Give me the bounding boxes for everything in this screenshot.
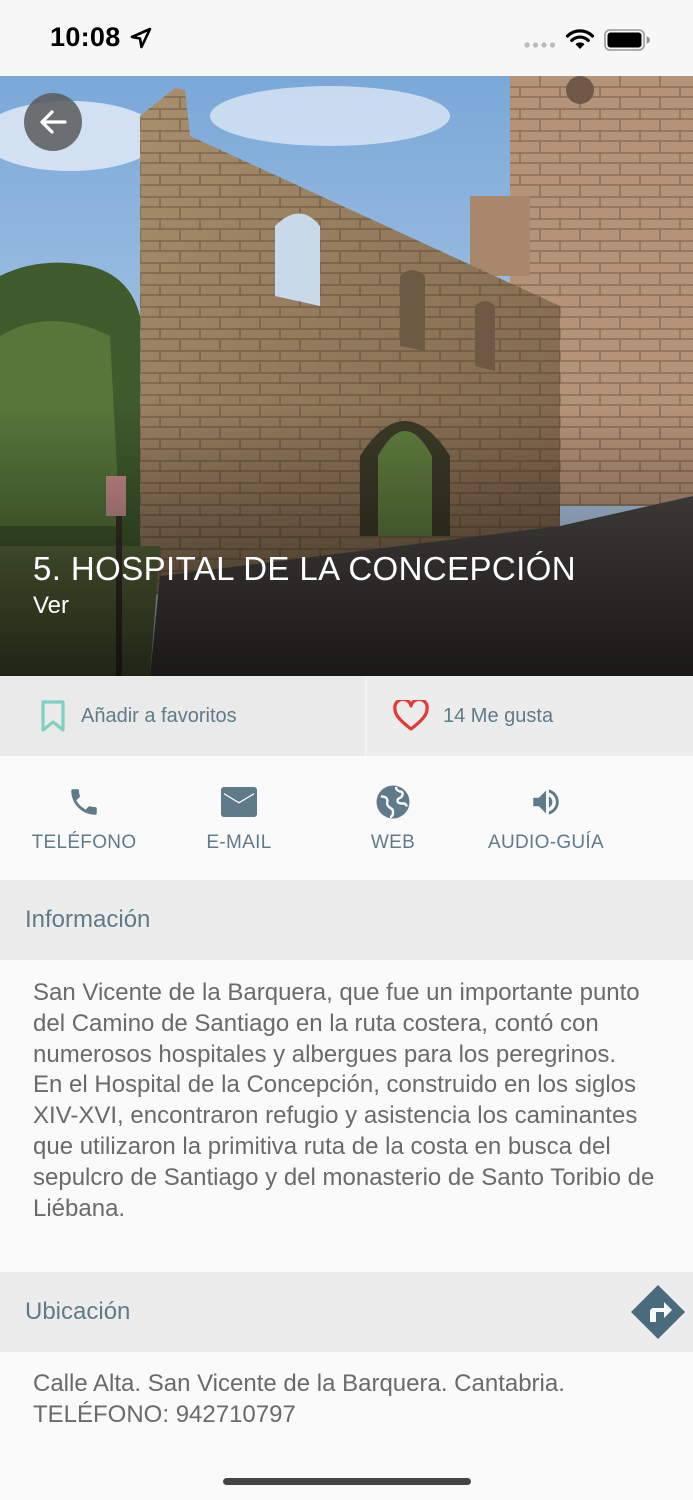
wifi-icon [565,29,595,49]
battery-icon [604,29,650,51]
phone-label: TELÉFONO [31,832,137,853]
bookmark-icon [41,700,65,732]
arrow-left-icon [40,110,67,134]
mail-icon [221,787,257,817]
location-arrow-icon [130,27,152,49]
location-text: Calle Alta. San Vicente de la Barquera. … [33,1370,565,1428]
status-bar: 10:08 [0,0,693,76]
hero-image: 5. HOSPITAL DE LA CONCEPCIÓN Ver [0,76,693,676]
directions-button[interactable] [630,1284,686,1340]
info-text: San Vicente de la Barquera, que fue un i… [33,979,655,1222]
speaker-icon [533,789,559,815]
add-favorite-label: Añadir a favoritos [81,704,237,727]
action-bar: Añadir a favoritos 14 Me gusta [0,676,693,756]
email-label: E-MAIL [206,832,272,853]
location-header: Ubicación [0,1272,693,1352]
phone-button[interactable]: TELÉFONO [25,756,143,880]
home-indicator[interactable] [223,1478,471,1485]
phone-icon [71,789,97,815]
heart-icon [393,700,429,731]
audio-guide-button[interactable]: AUDIO-GUÍA [478,756,614,880]
signal-icon [524,42,556,48]
view-link[interactable]: Ver [33,592,69,620]
email-button[interactable]: E-MAIL [180,756,298,880]
directions-icon [631,1285,685,1339]
web-label: WEB [370,832,416,853]
like-button[interactable]: 14 Me gusta [367,700,553,732]
status-time: 10:08 [50,22,121,52]
contact-bar: TELÉFONO E-MAIL WEB AUDIO-GUÍA [0,756,693,880]
web-button[interactable]: WEB [334,756,452,880]
audio-guide-label: AUDIO-GUÍA [488,832,604,853]
globe-icon [376,785,410,819]
info-title: Información [25,906,151,933]
add-favorite-button[interactable]: Añadir a favoritos [0,676,367,756]
location-title: Ubicación [25,1298,131,1325]
back-button[interactable] [24,93,82,151]
page-title: 5. HOSPITAL DE LA CONCEPCIÓN [33,550,577,587]
like-area: 14 Me gusta [367,676,693,756]
info-header: Información [0,880,693,960]
like-count-label: 14 Me gusta [443,704,554,727]
